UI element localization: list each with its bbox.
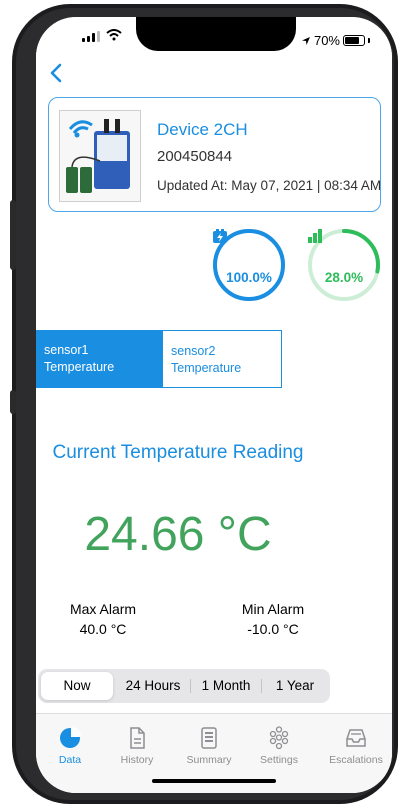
max-alarm-value: 40.0 °C bbox=[79, 621, 127, 637]
reading-title: Current Temperature Reading bbox=[52, 442, 304, 463]
wifi-icon bbox=[106, 29, 122, 41]
battery-value: 100.0% bbox=[226, 270, 272, 285]
tabbar-escalations-label: Escalations bbox=[329, 754, 383, 766]
inbox-tray-icon bbox=[346, 729, 366, 747]
max-alarm-label: Max Alarm bbox=[69, 601, 137, 617]
signal-bars-icon bbox=[308, 229, 322, 243]
battery-gauge: 100.0% bbox=[211, 227, 287, 303]
min-alarm: Min Alarm -10.0 °C bbox=[228, 599, 318, 639]
device-card[interactable]: Device 2CH 200450844 Updated At: May 07,… bbox=[48, 97, 381, 212]
battery-percent: 70% bbox=[313, 33, 340, 48]
settings-dots-icon bbox=[269, 726, 289, 750]
tabbar-history-label: History bbox=[120, 754, 154, 766]
tab-sensor1[interactable]: sensor1 Temperature bbox=[36, 330, 162, 388]
status-bar: 70% bbox=[36, 17, 392, 61]
time-range-selector: Now 24 Hours 1 Month 1 Year bbox=[38, 669, 330, 703]
range-1-year[interactable]: 1 Year bbox=[262, 672, 328, 700]
mute-switch bbox=[10, 390, 16, 414]
tabbar-history[interactable]: History bbox=[102, 726, 172, 766]
device-image bbox=[59, 110, 141, 202]
battery-charging-icon bbox=[213, 229, 227, 243]
location-arrow-icon bbox=[301, 36, 310, 45]
summary-list-icon bbox=[201, 727, 217, 749]
tab-sensor2-type: Temperature bbox=[171, 361, 242, 375]
tabbar-summary[interactable]: Summary bbox=[174, 726, 244, 766]
max-alarm: Max Alarm 40.0 °C bbox=[58, 599, 148, 639]
tabbar-summary-label: Summary bbox=[186, 754, 232, 766]
pie-chart-icon bbox=[60, 727, 81, 748]
device-serial: 200450844 bbox=[157, 148, 233, 165]
back-chevron-icon[interactable] bbox=[48, 63, 64, 83]
tab-sensor1-name: sensor1 bbox=[44, 343, 89, 357]
sensor-tabs: sensor1 Temperature sensor2 Temperature bbox=[36, 330, 392, 388]
cellular-signal-icon bbox=[82, 31, 100, 42]
tabbar-settings[interactable]: Settings bbox=[244, 726, 314, 766]
tabbar-data-label: Data bbox=[58, 754, 82, 766]
range-1-month[interactable]: 1 Month bbox=[191, 672, 261, 700]
tabbar-settings-label: Settings bbox=[260, 754, 298, 766]
tabbar-escalations[interactable]: Escalations bbox=[320, 726, 392, 766]
app-screen: 70% Device 2CH 200450844 Updated At: May… bbox=[36, 17, 392, 793]
tab-sensor2-name: sensor2 bbox=[171, 344, 216, 358]
notch bbox=[136, 17, 296, 51]
device-name: Device 2CH bbox=[157, 120, 248, 139]
current-temperature: 24.66 °C bbox=[84, 508, 272, 561]
min-alarm-label: Min Alarm bbox=[241, 601, 305, 617]
battery-icon bbox=[343, 35, 365, 46]
range-24-hours[interactable]: 24 Hours bbox=[116, 672, 190, 700]
signal-value: 28.0% bbox=[324, 270, 364, 285]
min-alarm-value: -10.0 °C bbox=[247, 621, 299, 637]
signal-gauge: 28.0% bbox=[306, 227, 382, 303]
battery-status: 70% bbox=[301, 33, 370, 48]
volume-button bbox=[10, 200, 16, 270]
document-icon bbox=[130, 727, 145, 749]
tab-sensor2[interactable]: sensor2 Temperature bbox=[162, 330, 282, 388]
range-now[interactable]: Now bbox=[41, 672, 113, 700]
home-indicator bbox=[152, 779, 276, 783]
tabbar-data[interactable]: Data bbox=[36, 726, 105, 766]
updated-timestamp: Updated At: May 07, 2021 | 08:34 AM bbox=[157, 178, 382, 193]
tab-sensor1-type: Temperature bbox=[44, 360, 115, 374]
